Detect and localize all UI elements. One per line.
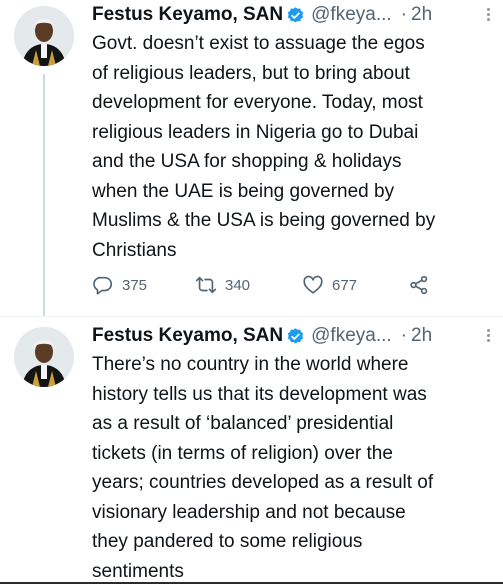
retweet-button[interactable]: 340 bbox=[195, 272, 250, 298]
timestamp[interactable]: 2h bbox=[411, 4, 432, 26]
avatar[interactable] bbox=[14, 6, 74, 66]
retweet-icon bbox=[195, 276, 217, 294]
tweet[interactable]: Festus Keyamo, SAN @fkeya... · 2h Govt. … bbox=[0, 0, 503, 316]
reply-icon bbox=[93, 276, 113, 295]
like-count: 677 bbox=[332, 276, 358, 294]
reply-button[interactable]: 375 bbox=[92, 272, 147, 298]
thread-connector-line bbox=[43, 74, 45, 316]
share-button[interactable] bbox=[408, 272, 430, 298]
tweet-divider bbox=[0, 316, 503, 317]
share-icon bbox=[410, 275, 428, 295]
verified-badge-icon bbox=[287, 6, 304, 23]
retweet-count: 340 bbox=[225, 276, 251, 294]
tweet-text: Govt. doesn’t exist to assuage the egos … bbox=[92, 33, 436, 261]
separator-dot: · bbox=[400, 4, 407, 25]
tweet[interactable]: Festus Keyamo, SAN @fkeya... · 2h There’… bbox=[0, 318, 503, 584]
verified-badge-icon bbox=[287, 327, 304, 344]
more-options-icon[interactable] bbox=[485, 328, 491, 344]
author-handle[interactable]: @fkeya... bbox=[311, 325, 392, 347]
separator-dot: · bbox=[400, 325, 407, 346]
timestamp[interactable]: 2h bbox=[411, 325, 432, 347]
like-icon bbox=[303, 275, 323, 294]
author-handle[interactable]: @fkeya... bbox=[311, 4, 392, 26]
author-name[interactable]: Festus Keyamo, SAN bbox=[92, 4, 283, 26]
more-options-icon[interactable] bbox=[485, 7, 491, 23]
tweet-text: There’s no country in the world where hi… bbox=[92, 354, 434, 582]
avatar[interactable] bbox=[14, 327, 74, 387]
reply-count: 375 bbox=[122, 276, 148, 294]
author-name[interactable]: Festus Keyamo, SAN bbox=[92, 325, 283, 347]
like-button[interactable]: 677 bbox=[302, 272, 357, 298]
